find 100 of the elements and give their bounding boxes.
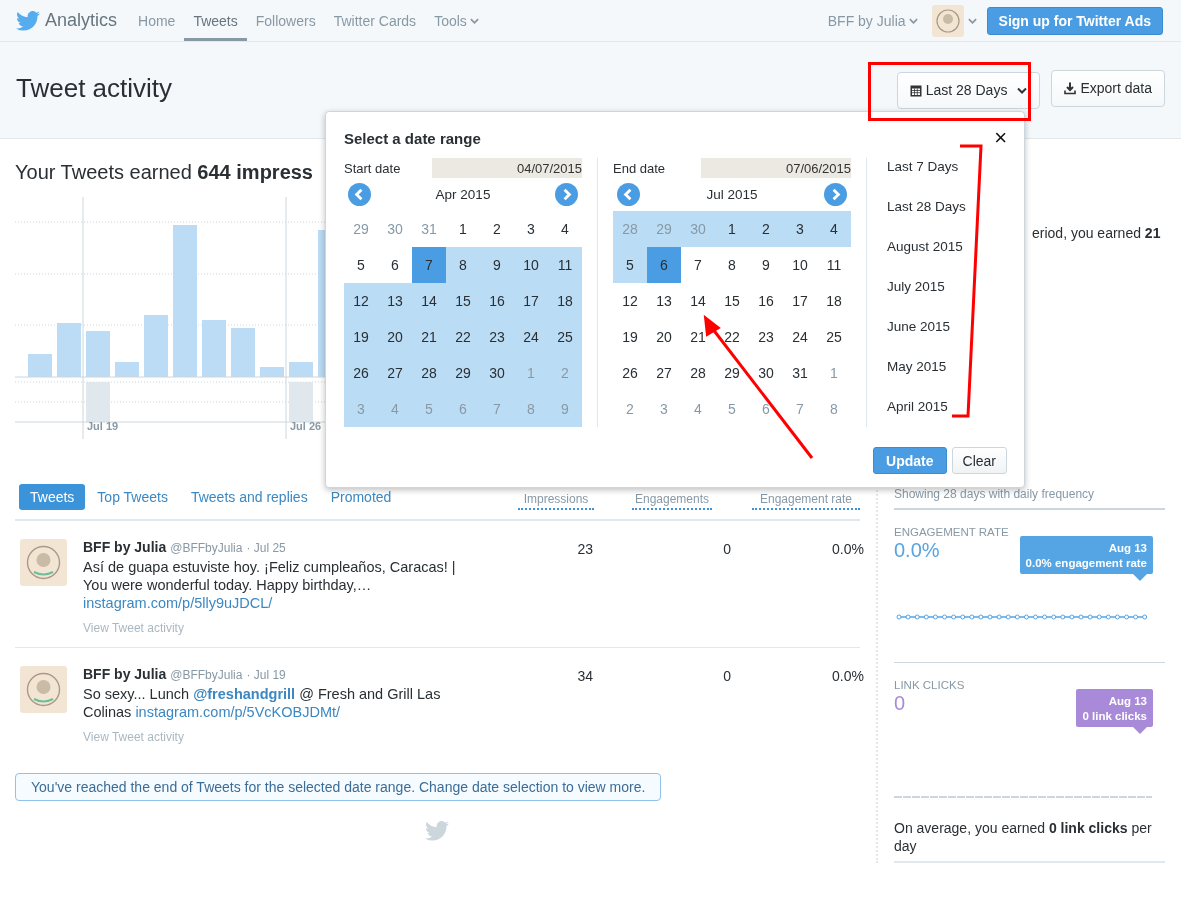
calendar-day[interactable]: 15 (446, 283, 480, 319)
calendar-day[interactable]: 23 (749, 319, 783, 355)
preset-option[interactable]: April 2015 (887, 398, 966, 416)
calendar-day[interactable]: 30 (749, 355, 783, 391)
calendar-icon (909, 83, 922, 97)
calendar-day[interactable]: 8 (446, 247, 480, 283)
calendar-day[interactable]: 16 (480, 283, 514, 319)
calendar-day[interactable]: 11 (548, 247, 582, 283)
calendar-day[interactable]: 20 (647, 319, 681, 355)
calendar-day[interactable]: 17 (783, 283, 817, 319)
calendar-day[interactable]: 9 (749, 247, 783, 283)
chart-bar (57, 323, 81, 377)
calendar-day[interactable]: 21 (681, 319, 715, 355)
calendar-day[interactable]: 3 (783, 211, 817, 247)
table-cell-text: 0 (722, 540, 732, 559)
next-icon[interactable] (824, 183, 847, 206)
calendar-day[interactable]: 6 (647, 247, 681, 283)
calendar-day[interactable]: 30 (480, 355, 514, 391)
calendar-day[interactable]: 18 (548, 283, 582, 319)
axis-label: Jul 26 (290, 420, 322, 432)
chart-bar (289, 382, 313, 422)
calendar-day[interactable]: 31 (783, 355, 817, 391)
avatar[interactable] (931, 4, 964, 37)
preset-option[interactable]: May 2015 (887, 358, 966, 376)
tweets-tab[interactable]: Top Tweets (86, 484, 179, 510)
clear-button[interactable]: Clear (951, 447, 1007, 474)
date-range-button[interactable]: Last 28 Days (896, 71, 1041, 109)
calendar-day[interactable]: 29 (715, 355, 749, 391)
calendar-day[interactable]: 26 (344, 355, 378, 391)
calendar-day[interactable]: 6 (378, 247, 412, 283)
calendar-day[interactable]: 27 (378, 355, 412, 391)
metric-value: 0.0% (894, 539, 941, 562)
tweet-link[interactable]: instagram.com/p/5VcKOBJDMt/ (135, 704, 341, 720)
calendar-day[interactable]: 25 (548, 319, 582, 355)
preset-option[interactable]: July 2015 (887, 278, 966, 296)
bird-icon (425, 821, 449, 841)
calendar-day[interactable]: 28 (412, 355, 446, 391)
calendar-day[interactable]: 4 (548, 211, 582, 247)
calendar-day[interactable]: 13 (647, 283, 681, 319)
calendar-day[interactable]: 23 (480, 319, 514, 355)
calendar-day[interactable]: 10 (514, 247, 548, 283)
calendar-day[interactable]: 21 (412, 319, 446, 355)
calendar-day[interactable]: 13 (378, 283, 412, 319)
tweets-tab[interactable]: Promoted (319, 484, 403, 510)
mention-link[interactable]: @freshandgrill (193, 686, 296, 702)
calendar-day[interactable]: 19 (344, 319, 378, 355)
author-name[interactable]: BFF by Julia (83, 539, 167, 555)
calendar-day[interactable]: 20 (378, 319, 412, 355)
preset-option[interactable]: August 2015 (887, 238, 966, 256)
previous-icon[interactable] (348, 183, 371, 206)
previous-icon[interactable] (617, 183, 640, 206)
calendar-day[interactable]: 2 (749, 211, 783, 247)
brand-name: Analytics (45, 10, 118, 31)
date-label: End date (613, 160, 666, 176)
calendar-day[interactable]: 11 (817, 247, 851, 283)
date-field[interactable]: 07/06/2015 (701, 158, 851, 178)
calendar-day[interactable]: 22 (715, 319, 749, 355)
calendar-day[interactable]: 9 (480, 247, 514, 283)
calendar-day[interactable]: 10 (783, 247, 817, 283)
calendar-day[interactable]: 27 (647, 355, 681, 391)
calendar-day[interactable]: 7 (412, 247, 446, 283)
calendar-day[interactable]: 4 (817, 211, 851, 247)
calendar-day[interactable]: 1 (446, 211, 480, 247)
calendar-day[interactable]: 12 (613, 283, 647, 319)
calendar-day[interactable]: 8 (715, 247, 749, 283)
calendar-day[interactable]: 5 (344, 247, 378, 283)
close-button[interactable]: × (994, 128, 1007, 148)
calendar-day[interactable]: 1 (715, 211, 749, 247)
export-button[interactable]: Export data (1051, 69, 1165, 107)
author-name[interactable]: BFF by Julia (83, 666, 167, 682)
date-label: Start date (344, 160, 401, 176)
date-field[interactable]: 04/07/2015 (432, 158, 582, 178)
calendar-day[interactable]: 5 (613, 247, 647, 283)
tweets-tab[interactable]: Tweets and replies (179, 484, 319, 510)
preset-option[interactable]: Last 7 Days (887, 158, 966, 176)
calendar-day[interactable]: 19 (613, 319, 647, 355)
calendar-day[interactable]: 12 (344, 283, 378, 319)
avatar (20, 666, 67, 713)
calendar-day[interactable]: 24 (514, 319, 548, 355)
calendar-day[interactable]: 16 (749, 283, 783, 319)
calendar-day[interactable]: 15 (715, 283, 749, 319)
preset-option[interactable]: June 2015 (887, 318, 966, 336)
calendar-day[interactable]: 14 (412, 283, 446, 319)
calendar-day[interactable]: 25 (817, 319, 851, 355)
calendar-day[interactable]: 28 (681, 355, 715, 391)
tweet-link[interactable]: instagram.com/p/5lly9uJDCL/ (83, 595, 273, 611)
calendar-day[interactable]: 18 (817, 283, 851, 319)
calendar-day[interactable]: 17 (514, 283, 548, 319)
calendar-day[interactable]: 26 (613, 355, 647, 391)
calendar-day[interactable]: 22 (446, 319, 480, 355)
calendar-day[interactable]: 2 (480, 211, 514, 247)
preset-option[interactable]: Last 28 Days (887, 198, 966, 216)
next-icon[interactable] (555, 183, 578, 206)
calendar-day[interactable]: 7 (681, 247, 715, 283)
calendar-day[interactable]: 3 (514, 211, 548, 247)
calendar-day[interactable]: 24 (783, 319, 817, 355)
calendar-day[interactable]: 29 (446, 355, 480, 391)
chevron-icon[interactable] (967, 17, 977, 24)
calendar-day[interactable]: 14 (681, 283, 715, 319)
month-label: Apr 2015 (435, 187, 491, 202)
